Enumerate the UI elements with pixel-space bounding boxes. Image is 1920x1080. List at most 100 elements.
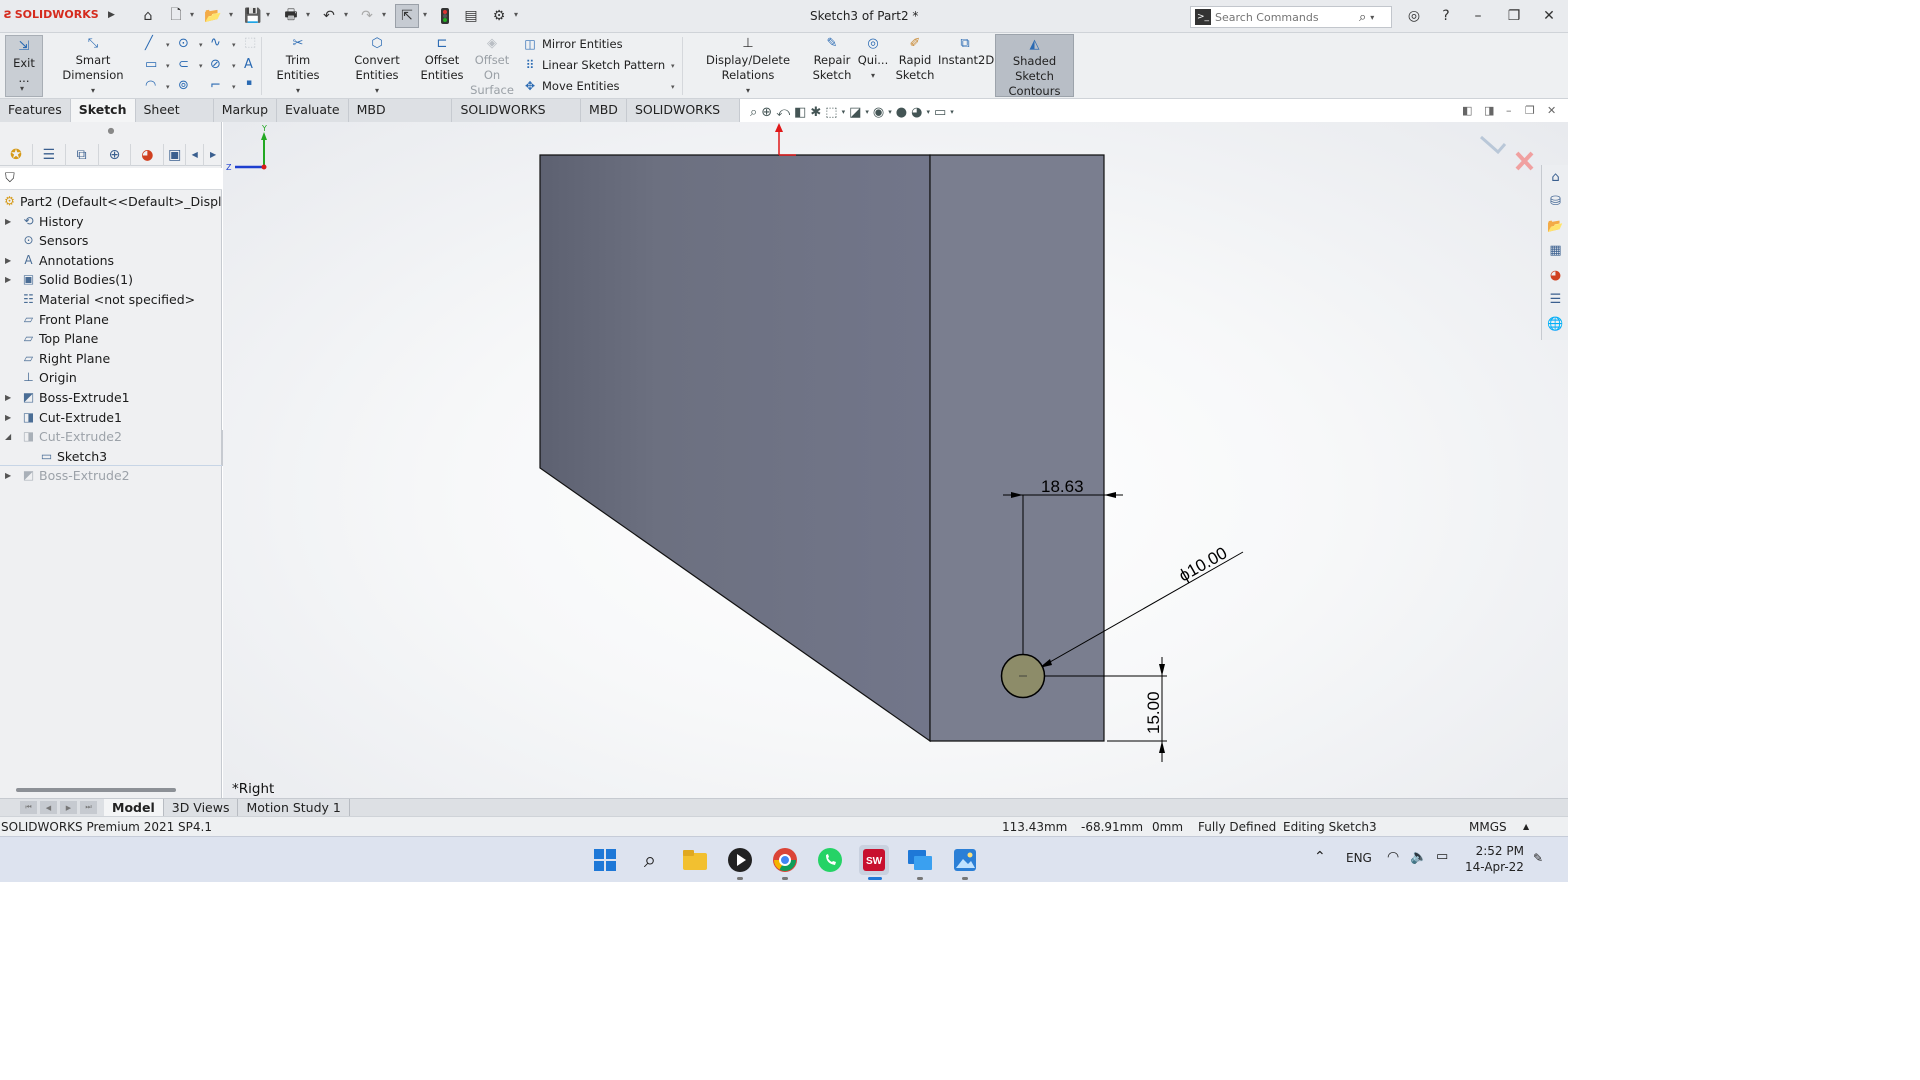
tab-sketch[interactable]: Sketch [70, 99, 136, 122]
tab-mbd[interactable]: MBD [581, 99, 627, 122]
chevron-right-icon[interactable]: ▶ [5, 212, 11, 232]
whatsapp-icon[interactable] [815, 845, 845, 875]
last-tab-icon[interactable]: ⏭ [80, 801, 97, 814]
close-button[interactable]: ✕ [1538, 6, 1560, 26]
chevron-right-icon[interactable]: ▶ [5, 270, 11, 290]
show-hidden-icons-icon[interactable]: ⌃ [1314, 849, 1326, 865]
photos-icon[interactable] [950, 845, 980, 875]
search-input[interactable] [1215, 10, 1355, 24]
chevron-down-icon[interactable]: ▾ [229, 10, 233, 19]
exit-sketch-button[interactable]: ⇲ Exit ... ▾ [5, 35, 43, 97]
chevron-down-icon[interactable]: ◢ [5, 427, 11, 447]
move-entities-button[interactable]: ✥ Move Entities [523, 79, 620, 93]
chevron-up-icon[interactable]: ▲ [1523, 822, 1529, 831]
tree-item-annotations[interactable]: ▶ A Annotations [0, 251, 222, 271]
tree-item-sensors[interactable]: ⊙ Sensors [0, 231, 222, 251]
user-account-icon[interactable]: ◎ [1403, 6, 1425, 26]
chevron-down-icon[interactable]: ▾ [232, 41, 236, 49]
tab-motion-study-1[interactable]: Motion Study 1 [238, 798, 350, 817]
appearances-icon[interactable]: ◕ [1542, 263, 1569, 288]
tree-item-cut-extrude1[interactable]: ▶ ◨ Cut-Extrude1 [0, 408, 222, 428]
chrome-icon[interactable] [770, 845, 800, 875]
tree-item-solid-bodies-1[interactable]: ▶ ▣ Solid Bodies(1) [0, 270, 222, 290]
chevron-down-icon[interactable]: ▾ [335, 83, 419, 98]
chevron-down-icon[interactable]: ▾ [306, 10, 310, 19]
file-explorer-icon[interactable] [680, 845, 710, 875]
slot-icon[interactable]: ⊂ [178, 57, 189, 72]
display-manager-tab-icon[interactable]: ◕ [131, 143, 165, 166]
tab-model[interactable]: Model [104, 798, 164, 817]
chevron-down-icon[interactable]: ▾ [166, 41, 170, 49]
tree-root-part[interactable]: ⚙Part2 (Default<<Default>_Display St [0, 192, 222, 212]
tree-item-right-plane[interactable]: ▱ Right Plane [0, 349, 222, 369]
tab-sheet-metal[interactable]: Sheet Metal [136, 99, 214, 139]
unit-system[interactable]: MMGS [1469, 820, 1507, 834]
scroll-left-icon[interactable]: ◀ [186, 143, 205, 166]
edit-appearance-icon[interactable]: ● [896, 105, 907, 120]
undo-icon[interactable]: ↶ [320, 7, 338, 25]
first-tab-icon[interactable]: ⏮ [20, 801, 37, 814]
chevron-down-icon[interactable]: ▾ [423, 10, 427, 19]
tab-3d-views[interactable]: 3D Views [164, 798, 239, 817]
offset-on-surface-button[interactable]: ◈ Offset On Surface [466, 36, 518, 98]
chevron-down-icon[interactable]: ▾ [926, 108, 930, 116]
viewport-close-icon[interactable]: ✕ [1547, 104, 1556, 117]
dynamic-annotation-icon[interactable]: ✱ [810, 105, 821, 120]
chevron-down-icon[interactable]: ▾ [856, 68, 890, 83]
chevron-down-icon[interactable]: ▾ [382, 10, 386, 19]
viewport-restore-icon[interactable]: ❐ [1525, 104, 1535, 117]
ellipse-icon[interactable]: ⊚ [178, 78, 189, 93]
rectangle-icon[interactable]: ▭ [145, 57, 157, 72]
linear-sketch-pattern-button[interactable]: ⠿ Linear Sketch Pattern [523, 58, 666, 72]
chevron-down-icon[interactable]: ▾ [48, 83, 138, 98]
tab-markup[interactable]: Markup [214, 99, 277, 122]
save-icon[interactable]: 💾 [244, 7, 262, 25]
chevron-down-icon[interactable]: ▾ [232, 62, 236, 70]
chevron-down-icon[interactable]: ▾ [1370, 13, 1374, 22]
section-view-icon[interactable]: ◧ [794, 105, 806, 120]
horizontal-scrollbar[interactable] [16, 788, 176, 792]
remote-desktop-icon[interactable] [905, 845, 935, 875]
rapid-sketch-button[interactable]: ✐ Rapid Sketch [894, 36, 936, 83]
solidworks-resources-icon[interactable]: ⌂ [1542, 165, 1569, 190]
arc-icon[interactable]: ◠ [145, 78, 156, 93]
mirror-entities-button[interactable]: ◫ Mirror Entities [523, 37, 622, 51]
chevron-down-icon[interactable]: ▾ [20, 84, 24, 93]
file-properties-icon[interactable]: ▤ [462, 7, 480, 25]
viewport-minimize-icon[interactable]: – [1506, 104, 1512, 117]
new-document-icon[interactable]: 🗋 [167, 7, 185, 25]
help-icon[interactable]: ? [1435, 6, 1457, 26]
redo-icon[interactable]: ↷ [358, 7, 376, 25]
smart-dimension-button[interactable]: ⤡ Smart Dimension ▾ [48, 36, 138, 98]
tile-horizontal-icon[interactable]: ◧ [1462, 104, 1472, 117]
point-icon[interactable]: ▪ [246, 78, 252, 88]
volume-icon[interactable]: 🔈 [1410, 849, 1427, 865]
wifi-icon[interactable]: ◠ [1387, 849, 1399, 865]
text-icon[interactable]: A [244, 57, 253, 72]
chevron-down-icon[interactable]: ▾ [199, 62, 203, 70]
solidworks-logo[interactable]: ƨ SOLIDWORKS [4, 7, 99, 22]
tree-item-boss-extrude2[interactable]: ▶ ◩ Boss-Extrude2 [0, 466, 222, 486]
configuration-manager-tab-icon[interactable]: ⧉ [66, 143, 99, 166]
search-commands-box[interactable]: >_ ⌕ ▾ [1190, 6, 1392, 28]
solidworks-taskbar-icon[interactable]: SW [859, 845, 889, 875]
convert-entities-button[interactable]: ⬡ Convert Entities ▾ [335, 36, 419, 98]
chevron-down-icon[interactable]: ▾ [232, 83, 236, 91]
zoom-to-area-icon[interactable]: ⊕ [761, 105, 772, 120]
tree-item-origin[interactable]: ⊥ Origin [0, 368, 222, 388]
tab-solidworks-add-ins[interactable]: SOLIDWORKS Add-Ins [452, 99, 581, 139]
offset-entities-button[interactable]: ⊏ Offset Entities [420, 36, 464, 83]
chevron-down-icon[interactable]: ▾ [166, 62, 170, 70]
chevron-down-icon[interactable]: ▾ [842, 108, 846, 116]
design-library-icon[interactable]: ⛁ [1542, 190, 1569, 215]
dimxpert-manager-tab-icon[interactable]: ⊕ [99, 143, 132, 166]
chevron-right-icon[interactable]: ▶ [5, 408, 11, 428]
solidworks-forum-icon[interactable]: 🌐 [1542, 312, 1569, 337]
chevron-down-icon[interactable]: ▾ [190, 10, 194, 19]
scroll-right-icon[interactable]: ▶ [204, 144, 222, 166]
chevron-down-icon[interactable]: ▾ [686, 83, 810, 98]
quick-snaps-button[interactable]: ◎ Qui... ▾ [856, 36, 890, 83]
chevron-down-icon[interactable]: ▾ [199, 41, 203, 49]
tree-item-top-plane[interactable]: ▱ Top Plane [0, 329, 222, 349]
chevron-down-icon[interactable]: ▾ [514, 10, 518, 19]
